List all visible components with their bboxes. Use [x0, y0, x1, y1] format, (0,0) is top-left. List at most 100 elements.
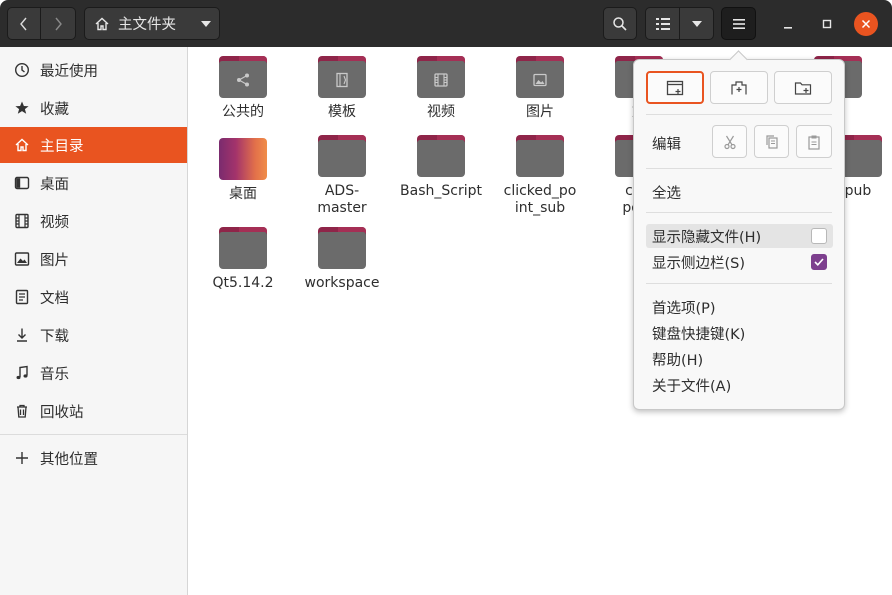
menu-item-label: 显示隐藏文件(H): [652, 229, 762, 246]
new-folder-icon: [794, 81, 812, 95]
file-name: Bash_Script: [400, 183, 482, 199]
folder-clicked-point-sub[interactable]: clicked_point_sub: [492, 135, 588, 217]
sidebar-item-downloads[interactable]: 下载: [0, 317, 187, 353]
image-icon: [533, 73, 547, 86]
maximize-button[interactable]: [815, 12, 839, 36]
show-sidebar-item[interactable]: 显示侧边栏(S): [646, 250, 833, 274]
sidebar-item-recent[interactable]: 最近使用: [0, 52, 187, 88]
folder-icon: [318, 56, 366, 98]
sidebar-item-pictures[interactable]: 图片: [0, 241, 187, 277]
folder-icon: [417, 56, 465, 98]
about-item[interactable]: 关于文件(A): [646, 373, 833, 397]
keyboard-shortcuts-item[interactable]: 键盘快捷键(K): [646, 321, 833, 345]
folder-icon: [219, 56, 267, 98]
share-icon: [237, 73, 249, 86]
sidebar-item-label: 文档: [40, 290, 69, 307]
header-bar: 主文件夹: [0, 0, 892, 47]
folder-public[interactable]: 公共的: [195, 56, 291, 121]
new-tab-button[interactable]: [710, 71, 768, 104]
trash-icon: [14, 403, 30, 419]
new-folder-button[interactable]: [774, 71, 832, 104]
show-hidden-files-item[interactable]: 显示隐藏文件(H): [646, 224, 833, 248]
sidebar-item-label: 音乐: [40, 366, 69, 383]
menu-divider: [646, 168, 832, 169]
film-icon: [434, 72, 448, 87]
template-icon: [336, 72, 348, 87]
sidebar-item-videos[interactable]: 视频: [0, 203, 187, 239]
sidebar-item-other-locations[interactable]: 其他位置: [0, 440, 187, 476]
folder-qt5142[interactable]: Qt5.14.2: [195, 227, 291, 292]
view-options-button[interactable]: [680, 7, 714, 40]
new-window-button[interactable]: [646, 71, 704, 104]
show-sidebar-checkbox[interactable]: [811, 254, 827, 270]
file-name: 视频: [427, 104, 455, 120]
folder-workspace[interactable]: workspace: [294, 227, 390, 292]
folder-templates[interactable]: 模板: [294, 56, 390, 121]
image-icon: [14, 251, 30, 267]
search-icon: [613, 16, 627, 31]
paste-icon: [808, 135, 820, 150]
menu-divider: [646, 114, 832, 115]
home-icon: [95, 17, 109, 30]
sidebar-item-label: 其他位置: [40, 451, 98, 468]
sidebar-item-trash[interactable]: 回收站: [0, 393, 187, 429]
cut-icon: [723, 135, 736, 149]
folder-icon: [417, 135, 465, 177]
list-view-icon: [655, 17, 670, 30]
folder-icon: [516, 56, 564, 98]
folder-ads-master[interactable]: ADS-master: [294, 135, 390, 217]
sidebar-item-label: 下载: [40, 328, 69, 345]
sidebar-item-home[interactable]: 主目录: [0, 127, 187, 163]
copy-button[interactable]: [754, 125, 789, 158]
back-button[interactable]: [7, 7, 41, 40]
select-all-item[interactable]: 全选: [652, 182, 681, 203]
edit-label: 编辑: [652, 137, 681, 153]
checkmark-icon: [814, 258, 824, 266]
sidebar-item-label: 视频: [40, 214, 69, 231]
desktop-shortcut[interactable]: 桌面: [195, 138, 291, 203]
forward-button[interactable]: [41, 7, 76, 40]
minimize-icon: [784, 27, 792, 29]
hamburger-icon: [732, 18, 745, 29]
sidebar-divider: [0, 434, 187, 435]
menu-item-label: 键盘快捷键(K): [652, 326, 746, 343]
close-button[interactable]: [854, 12, 878, 36]
plus-icon: [14, 450, 30, 466]
folder-icon: [219, 227, 267, 269]
search-button[interactable]: [603, 7, 637, 40]
sidebar-item-music[interactable]: 音乐: [0, 355, 187, 391]
desktop-icon: [14, 175, 30, 191]
music-icon: [14, 365, 30, 381]
desktop-folder-icon: [219, 138, 267, 180]
menu-item-label: 关于文件(A): [652, 378, 732, 395]
file-name: workspace: [304, 275, 380, 291]
new-tab-icon: [731, 80, 747, 94]
folder-bash-script[interactable]: Bash_Script: [393, 135, 489, 200]
folder-pictures[interactable]: 图片: [492, 56, 588, 121]
hamburger-menu-button[interactable]: [721, 7, 756, 40]
caret-down-icon: [201, 20, 211, 27]
paste-button[interactable]: [796, 125, 832, 158]
file-name: 桌面: [229, 186, 257, 202]
sidebar-item-label: 回收站: [40, 404, 84, 421]
folder-videos[interactable]: 视频: [393, 56, 489, 121]
preferences-item[interactable]: 首选项(P): [646, 295, 833, 319]
download-icon: [14, 327, 30, 343]
copy-icon: [765, 134, 778, 149]
menu-item-label: 首选项(P): [652, 300, 716, 317]
cut-button[interactable]: [712, 125, 747, 158]
menu-item-label: 帮助(H): [652, 352, 704, 369]
show-hidden-checkbox[interactable]: [811, 228, 827, 244]
help-item[interactable]: 帮助(H): [646, 347, 833, 371]
file-name: ADS-master: [317, 183, 367, 216]
sidebar-item-documents[interactable]: 文档: [0, 279, 187, 315]
path-bar-home-button[interactable]: 主文件夹: [84, 7, 220, 40]
list-view-button[interactable]: [645, 7, 680, 40]
sidebar-item-starred[interactable]: 收藏: [0, 90, 187, 126]
sidebar-item-label: 图片: [40, 252, 69, 269]
sidebar-item-desktop[interactable]: 桌面: [0, 165, 187, 201]
menu-item-label: 显示侧边栏(S): [652, 255, 746, 272]
new-window-icon: [666, 80, 684, 95]
file-name: 图片: [526, 104, 554, 120]
minimize-button[interactable]: [776, 12, 800, 36]
